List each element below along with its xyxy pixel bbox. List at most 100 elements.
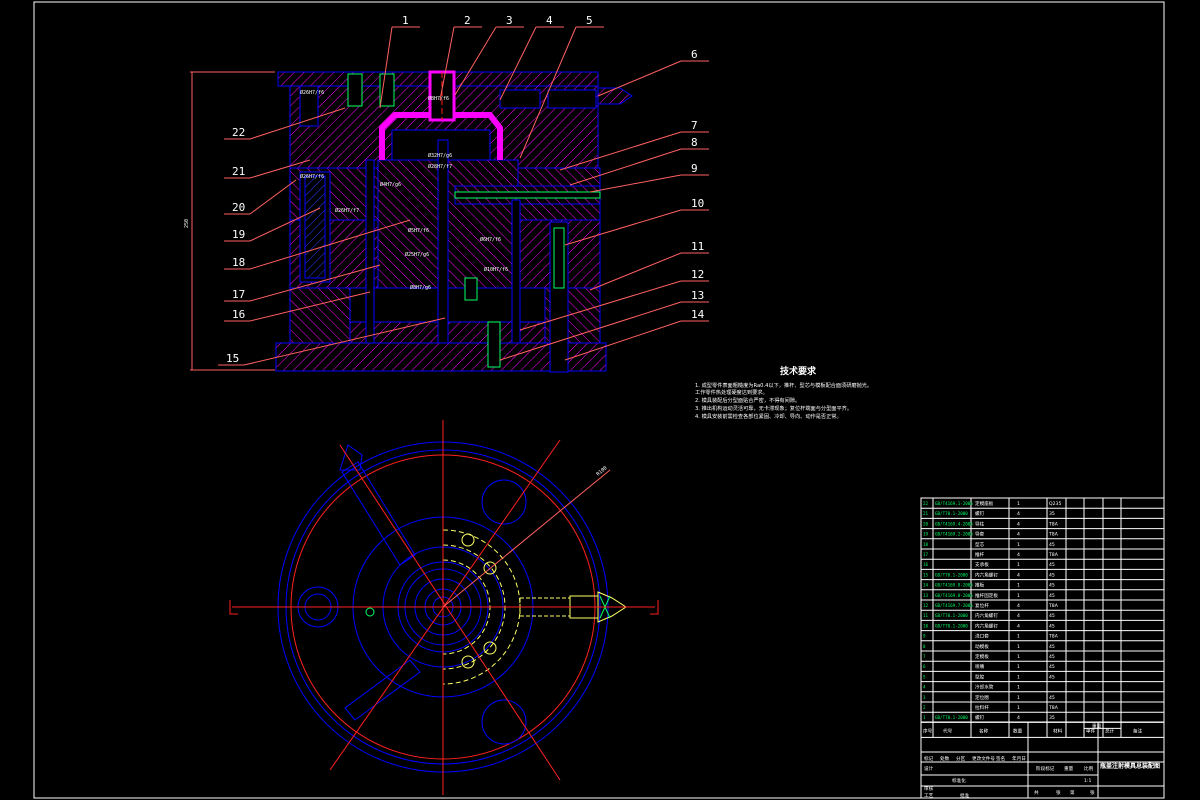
bom-row: 20 GB/T4169.4-2006 导柱 4 T8A: [923, 520, 1059, 527]
bom-cell: 1: [1017, 542, 1020, 548]
callout-label: 18: [232, 256, 245, 269]
bom-cell: 1: [1017, 674, 1020, 680]
bom-row: 18 型芯 1 45: [923, 541, 1055, 548]
callout-6: 6: [597, 48, 709, 97]
bom-cell: 45: [1049, 674, 1055, 680]
title-row-label: 标记: [924, 755, 934, 762]
bom-cell: 7: [923, 654, 926, 659]
bom-cell: 型芯: [975, 541, 985, 548]
bom-cell: 45: [1049, 695, 1055, 701]
bill-of-materials: 22 GB/T4169.1-2006 定模座板 1 Q23521 GB/T70.1-200…: [920, 497, 1165, 738]
callout-11: 11: [589, 240, 709, 291]
sheet-total: 共: [1034, 789, 1039, 796]
svg-text:Ø26H7/f7: Ø26H7/f7: [335, 207, 359, 214]
bom-cell: 45: [1049, 613, 1055, 619]
bom-cell: 4: [1017, 572, 1020, 578]
bom-cell: 内六角螺钉: [975, 612, 998, 619]
bom-cell: 18: [923, 542, 929, 547]
spacer-left: [289, 287, 351, 344]
title-row-label: 分区: [956, 755, 966, 762]
callout-label: 11: [691, 240, 704, 253]
bom-cell: 4: [1017, 552, 1020, 558]
svg-text:Ø28H7/f7: Ø28H7/f7: [428, 163, 452, 170]
bom-cell: 2: [923, 705, 926, 710]
bom-row: 8 动模板 1 45: [923, 643, 1055, 650]
bom-cell: GB/T4169.8-2006: [935, 583, 973, 588]
tech-line-3: 2. 模具装配后分型面贴合严密，不得有间隙。: [695, 396, 800, 404]
callout-label: 7: [691, 119, 698, 132]
tech-line-2: 工作零件热处理硬度达到要求。: [695, 388, 768, 396]
screw-top-2: [379, 73, 395, 107]
bom-cell: 1: [1017, 654, 1020, 660]
callout-label: 20: [232, 201, 245, 214]
bom-cell: 导柱: [975, 520, 985, 527]
bom-cell: GB/T4169.8-2006: [935, 593, 973, 598]
bom-cell: 22: [923, 501, 929, 506]
callout-20: 20: [224, 179, 297, 215]
bom-row: 11 GB/T70.1-2000 内六角螺钉 4 45: [923, 612, 1055, 619]
bom-cell: 内六角螺钉: [975, 622, 998, 629]
callout-label: 6: [691, 48, 698, 61]
bom-cell: 型腔: [975, 673, 985, 680]
sheet-no: 第: [1070, 789, 1075, 796]
callout-label: 4: [546, 14, 553, 27]
bom-row: 22 GB/T4169.1-2006 定模座板 1 Q235: [923, 500, 1061, 507]
scale-value: 1:1: [1084, 778, 1091, 784]
cooling-pipe: [499, 89, 541, 109]
bom-row: 3 定位圈 1 45: [923, 694, 1055, 701]
bom-row: 12 GB/T4169.7-2006 复位杆 4 T8A: [923, 602, 1059, 609]
plan-view: R100: [229, 420, 659, 795]
bom-cell: 1: [1017, 644, 1020, 650]
bom-cell: 定模座板: [975, 500, 994, 507]
bom-cell: T8A: [1048, 705, 1059, 711]
title-left-label: 审核: [924, 785, 934, 792]
bom-cell: 45: [1049, 562, 1055, 568]
bom-cell: 冷却水管: [975, 684, 994, 691]
bom-header-cell: 材料: [1053, 727, 1063, 734]
bom-cell: 内六角螺钉: [975, 571, 998, 578]
svg-text:Ø32H7/g6: Ø32H7/g6: [428, 152, 452, 159]
bom-header-cell: 序号: [923, 727, 933, 734]
bom-row: 2 拉料杆 1 T8A: [923, 704, 1059, 711]
drawing-canvas: Ø26H7/f6 Ø8H7/f6 Ø32H7/g6 Ø28H7/f7 Ø4H7/…: [33, 1, 1165, 799]
callout-label: 14: [691, 308, 705, 321]
bom-cell: 导套: [975, 531, 985, 538]
bom-cell: 1: [923, 715, 926, 720]
bom-header-cell: 代号: [943, 727, 953, 734]
bom-row: 19 GB/T4169.2-2006 导套 4 T8A: [923, 531, 1059, 538]
title-left-label: 批准: [960, 792, 970, 799]
svg-text:Ø6H7/f6: Ø6H7/f6: [480, 236, 501, 243]
bom-cell: 4: [923, 685, 926, 690]
bom-cell: 3: [923, 695, 926, 700]
bom-cell: 1: [1017, 705, 1020, 711]
bom-cell: 1: [1017, 501, 1020, 507]
bom-cell: GB/T4169.4-2006: [935, 521, 973, 526]
guide-hole-bottom-right: [481, 699, 527, 745]
technical-requirements: 技术要求 1. 成型零件表面粗糙度为Ra0.4以下，推杆、型芯与模板配合面须研磨…: [695, 365, 872, 420]
bom-cell: 1: [1017, 562, 1020, 568]
svg-text:Ø26H7/f6: Ø26H7/f6: [300, 173, 324, 180]
bom-cell: 螺钉: [975, 510, 985, 517]
bom-cell: 20: [923, 521, 929, 526]
title-block: 标记 处数 分区 更改文件号 签名 年月日 设计标准化审核工艺 批准 瓶盖注射模具总装配图 …: [920, 721, 1165, 799]
bom-cell: 动模板: [975, 643, 989, 650]
bom-row: 15 GB/T70.1-2000 内六角螺钉 4 45: [923, 571, 1055, 578]
tech-line-4: 3. 推出机构运动灵活可靠，无卡滞现象；复位杆端面与分型面平齐。: [695, 404, 852, 412]
bom-cell: 45: [1049, 542, 1055, 548]
bom-cell: 4: [1017, 532, 1020, 538]
bom-cell: 4: [1017, 613, 1020, 619]
bom-row: 9 浇口套 1 T8A: [923, 633, 1059, 640]
bom-row: 14 GB/T4169.8-2006 推板 1 45: [923, 582, 1055, 589]
bom-cell: 9: [923, 634, 926, 639]
bom-cell: 4: [1017, 603, 1020, 609]
callout-label: 16: [232, 308, 245, 321]
bom-row: 21 GB/T70.1-2000 螺钉 4 35: [923, 510, 1055, 517]
bom-cell: T8A: [1048, 634, 1059, 640]
radius-label: R100: [595, 465, 608, 477]
bom-cell: 拉料杆: [975, 704, 989, 711]
callout-label: 5: [586, 14, 593, 27]
bom-row: 5 型腔 1 45: [923, 673, 1055, 680]
ejector-pin-3: [511, 199, 521, 344]
bom-cell: Q235: [1049, 501, 1061, 507]
title-left-label: 工艺: [924, 793, 934, 799]
